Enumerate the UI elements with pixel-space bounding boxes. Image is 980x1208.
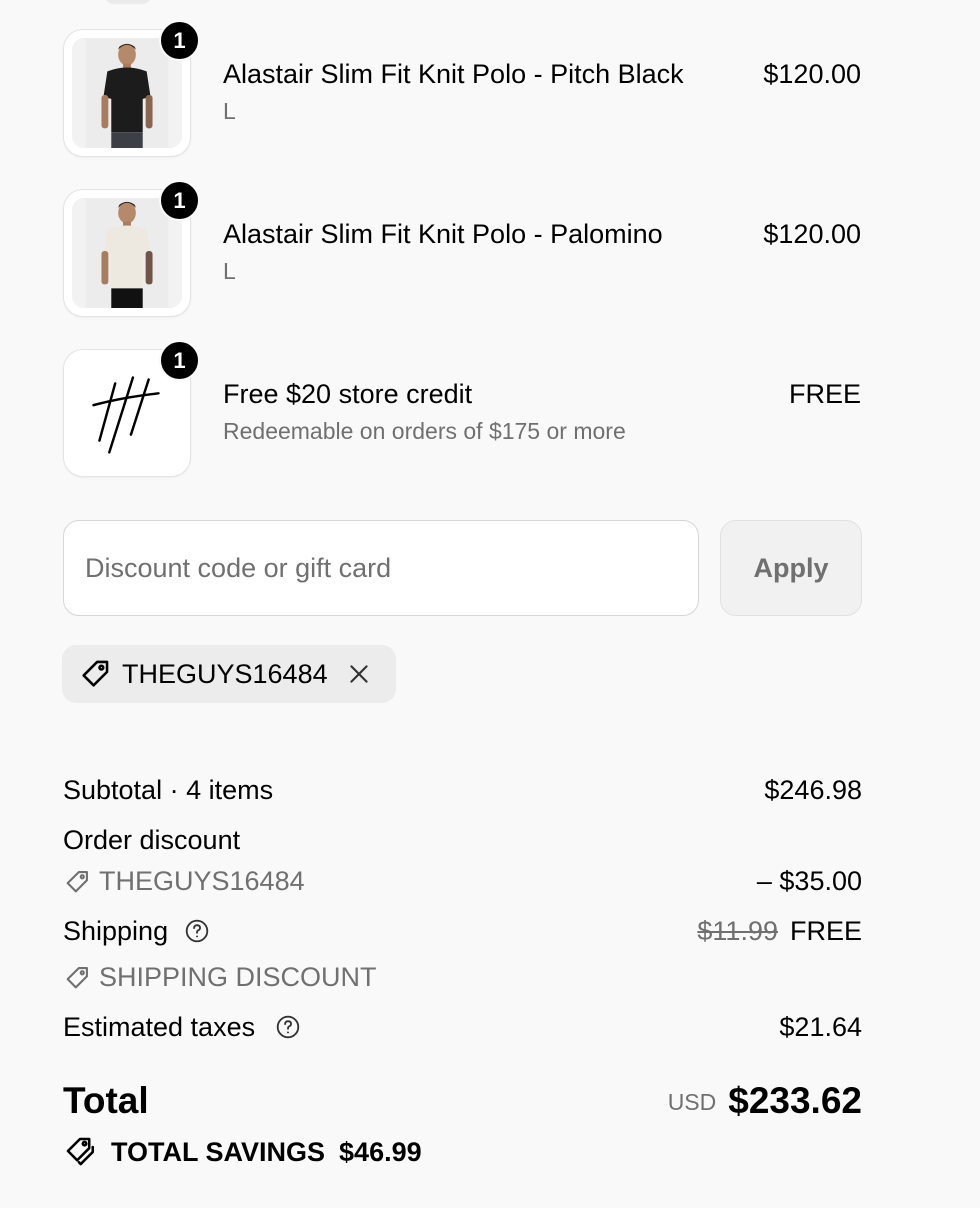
line-item: 1 Free $20 store credit Redeemable on or…	[63, 340, 863, 479]
help-icon[interactable]	[184, 918, 210, 944]
tag-icon	[66, 966, 88, 988]
shipping-value: FREE	[789, 916, 862, 946]
item-price: $120.00	[763, 219, 861, 249]
total-label: Total	[63, 1080, 149, 1121]
quantity-badge: 1	[159, 180, 200, 221]
total-savings: TOTAL SAVINGS $46.99	[63, 1135, 422, 1169]
savings-label: TOTAL SAVINGS	[111, 1136, 326, 1167]
total-amount: $233.62	[728, 1080, 862, 1121]
shipping-discount-label: SHIPPING DISCOUNT	[99, 962, 377, 992]
order-discount-row: Order discount	[63, 825, 862, 856]
savings-amount: $46.99	[339, 1136, 422, 1167]
applied-discount-chip: THEGUYS16484	[62, 645, 396, 703]
applied-discount-code: THEGUYS16484	[122, 658, 328, 689]
shipping-original-price: $11.99	[697, 916, 778, 946]
shipping-label: Shipping	[63, 916, 169, 946]
item-variant: L	[223, 258, 236, 284]
savings-tags-icon	[66, 1137, 95, 1166]
line-item: 1 Alastair Slim Fit Knit Polo - Pitch Bl…	[63, 20, 863, 159]
tag-icon	[78, 657, 112, 691]
total-row: Total USD $233.62	[63, 1080, 862, 1130]
subtotal-value: $246.98	[764, 775, 862, 805]
taxes-label: Estimated taxes	[63, 1012, 256, 1042]
discount-code-input[interactable]	[63, 520, 699, 616]
currency-code: USD	[667, 1089, 717, 1115]
help-icon[interactable]	[275, 1014, 301, 1040]
item-title: Alastair Slim Fit Knit Polo - Pitch Blac…	[223, 59, 684, 89]
taxes-value: $21.64	[779, 1012, 862, 1042]
item-price: FREE	[788, 379, 861, 409]
apply-button[interactable]: Apply	[720, 520, 862, 616]
previous-item-thumbnail-edge	[104, 0, 152, 4]
shipping-row: Shipping $11.99 FREE	[63, 916, 862, 947]
item-variant: L	[223, 98, 236, 124]
order-discount-label: Order discount	[63, 825, 241, 855]
order-discount-value: – $35.00	[756, 866, 862, 896]
item-title: Alastair Slim Fit Knit Polo - Palomino	[223, 219, 663, 249]
item-price: $120.00	[763, 59, 861, 89]
item-description: Redeemable on orders of $175 or more	[223, 418, 626, 444]
order-discount-code-row: THEGUYS16484 – $35.00	[63, 866, 862, 897]
quantity-badge: 1	[159, 20, 200, 61]
taxes-row: Estimated taxes $21.64	[63, 1012, 862, 1043]
quantity-badge: 1	[159, 340, 200, 381]
item-title: Free $20 store credit	[223, 379, 473, 409]
shipping-discount-row: SHIPPING DISCOUNT	[63, 962, 862, 993]
subtotal-label: Subtotal · 4 items	[63, 775, 274, 805]
subtotal-row: Subtotal · 4 items $246.98	[63, 775, 862, 806]
tag-icon	[66, 870, 88, 892]
close-icon[interactable]	[346, 661, 372, 687]
line-item: 1 Alastair Slim Fit Knit Polo - Palomino…	[63, 180, 863, 319]
order-discount-code: THEGUYS16484	[99, 866, 305, 896]
